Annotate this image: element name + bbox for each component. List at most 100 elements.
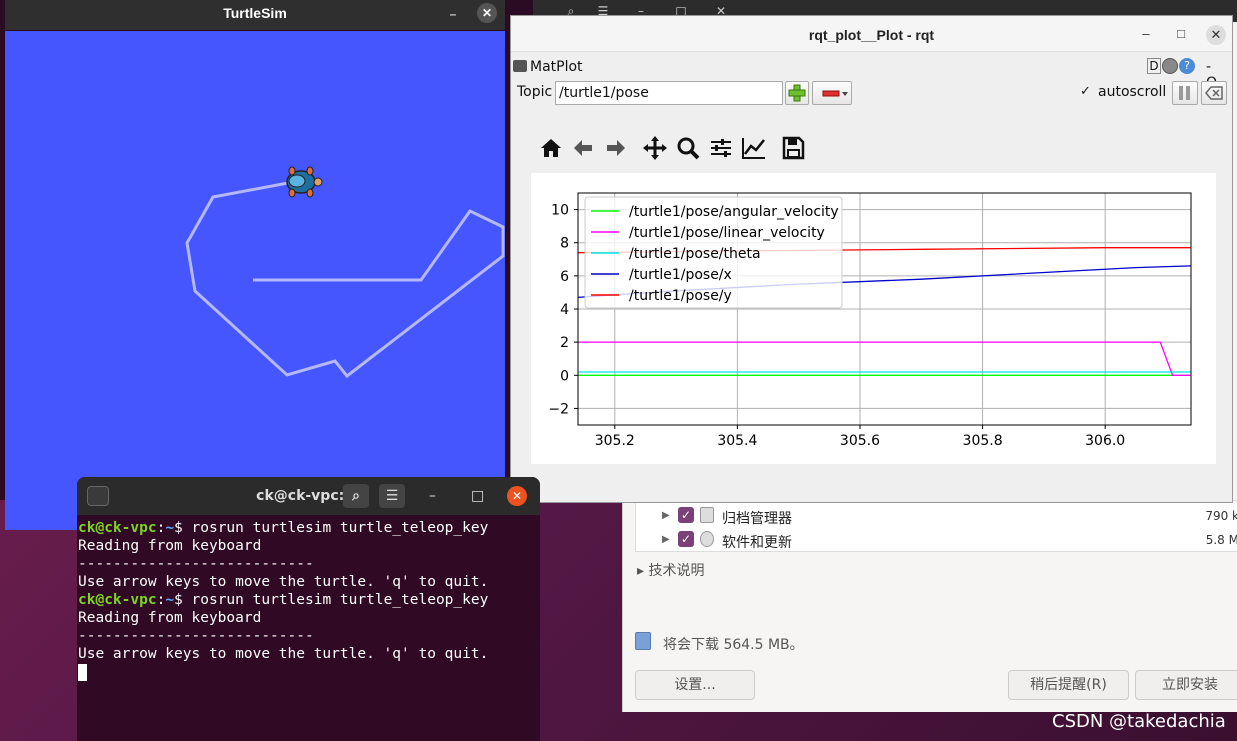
window-title: TurtleSim (223, 5, 287, 21)
window-title: rqt_plot__Plot - rqt (808, 27, 935, 43)
minimize-icon[interactable]: – (429, 477, 436, 515)
plot-canvas[interactable]: 305.2 305.4 305.6 305.8 306.0 −2 0 2 4 6 8 10/turtl… (531, 173, 1216, 464)
list-item[interactable]: ▶ ✓ 软件和更新 5.8 M (636, 529, 1237, 553)
legend-label: /turtle1/pose/angular_velocity (629, 204, 839, 220)
terminal-line: Reading from keyboard (78, 610, 262, 626)
y-tick-label: 0 (560, 368, 569, 384)
y-tick-label: 6 (560, 269, 569, 285)
x-tick-label: 305.6 (840, 433, 880, 449)
rqt-plot-window: rqt_plot__Plot - rqt – □ ✕ MatPlot D ? -… (510, 15, 1233, 503)
search-icon[interactable]: ⌕ (343, 484, 369, 508)
topic-label: Topic (517, 84, 553, 100)
turtle-icon (286, 166, 323, 198)
turtlesim-canvas (5, 31, 505, 530)
item-name: 软件和更新 (722, 535, 792, 551)
autoscroll-label: autoscroll (1098, 84, 1167, 100)
download-icon (635, 632, 651, 650)
item-name: 归档管理器 (722, 511, 792, 527)
clear-icon (1205, 86, 1223, 100)
rqt-titlebar: rqt_plot__Plot - rqt – □ ✕ (511, 16, 1232, 52)
turtle-path-svg (185, 166, 505, 379)
x-tick-label: 306.0 (1085, 433, 1125, 449)
terminal-line: ck@ck-vpc:~$ rosrun turtlesim turtle_tel… (78, 520, 489, 536)
plot-plugin-icon (513, 60, 527, 72)
turtle-trail (185, 181, 505, 379)
y-tick-label: −2 (548, 401, 569, 417)
y-tick-label: 8 (560, 236, 569, 252)
pause-icon (1179, 86, 1190, 100)
forward-arrow-icon[interactable] (602, 134, 630, 162)
settings-gear-icon[interactable] (1162, 58, 1178, 74)
help-icon[interactable]: ? (1179, 58, 1195, 74)
y-tick-label: 2 (560, 335, 569, 351)
dock-button[interactable]: D (1147, 58, 1161, 74)
legend-label: /turtle1/pose/theta (629, 246, 761, 262)
archive-manager-icon (700, 507, 714, 523)
x-tick-label: 305.4 (717, 433, 757, 449)
autoscroll-checkbox[interactable]: ✓ (1080, 85, 1094, 99)
terminal-line: ck@ck-vpc:~$ rosrun turtlesim turtle_tel… (78, 592, 489, 608)
close-icon[interactable]: ✕ (507, 486, 527, 506)
item-size: 5.8 M (1205, 533, 1237, 547)
update-list: ▶ ✓ 归档管理器 790 k ▶ ✓ 软件和更新 5.8 M (635, 500, 1237, 552)
remove-topic-button[interactable] (812, 81, 852, 105)
settings-button[interactable]: 设置... (635, 670, 755, 700)
turtlesim-window: TurtleSim – ✕ (5, 0, 505, 530)
terminal-line: Reading from keyboard (78, 538, 262, 554)
pan-move-icon[interactable] (641, 134, 669, 162)
topic-input[interactable]: /turtle1/pose (555, 81, 783, 105)
terminal-line (78, 663, 533, 681)
checkbox[interactable]: ✓ (678, 507, 694, 523)
plugin-name: MatPlot (530, 59, 583, 75)
y-tick-label: 10 (551, 203, 569, 219)
close-icon[interactable]: ✕ (1206, 25, 1226, 45)
add-topic-button[interactable] (785, 81, 809, 105)
close-icon[interactable]: ✕ (477, 3, 497, 23)
terminal-titlebar: ck@ck-vpc: ~ ⌕ ☰ – □ ✕ (77, 477, 540, 515)
list-item[interactable]: ▶ ✓ 归档管理器 790 k (636, 505, 1237, 529)
configure-subplots-icon[interactable] (707, 134, 735, 162)
watermark: CSDN @takedachia (1052, 711, 1226, 732)
minimize-icon[interactable]: – (1138, 26, 1154, 42)
terminal-line: Use arrow keys to move the turtle. 'q' t… (78, 646, 489, 662)
technical-description-toggle[interactable]: ▸ 技术说明 (637, 560, 704, 580)
series-line-1 (578, 341, 1191, 376)
plugin-bar: MatPlot D ? - O (511, 54, 1232, 91)
maximize-icon[interactable]: □ (1173, 26, 1189, 42)
remind-later-button[interactable]: 稍后提醒(R) (1008, 670, 1129, 700)
checkbox[interactable]: ✓ (678, 531, 694, 547)
minimize-icon[interactable]: – (443, 4, 463, 24)
line-chart[interactable]: 305.2 305.4 305.6 305.8 306.0 −2 0 2 4 6 8 10/turtl… (531, 173, 1216, 464)
legend-label: /turtle1/pose/linear_velocity (629, 225, 825, 241)
topic-row: Topic /turtle1/pose ✓ autoscroll (511, 80, 1232, 108)
expand-arrow-icon[interactable]: ▶ (662, 510, 670, 521)
terminal-cursor (78, 663, 87, 681)
turtlesim-titlebar: TurtleSim – ✕ (5, 0, 505, 30)
minus-icon (822, 90, 848, 97)
x-tick-label: 305.8 (963, 433, 1003, 449)
clear-button[interactable] (1201, 81, 1227, 105)
y-tick-label: 4 (560, 302, 569, 318)
save-icon[interactable] (779, 134, 807, 162)
expand-arrow-icon[interactable]: ▶ (662, 534, 670, 545)
install-now-button[interactable]: 立即安装 (1135, 670, 1237, 700)
legend-label: /turtle1/pose/x (629, 267, 732, 283)
home-icon[interactable] (537, 134, 565, 162)
plus-icon (788, 84, 806, 102)
item-size: 790 k (1205, 509, 1237, 523)
software-updates-icon (700, 531, 714, 547)
menu-icon[interactable]: ☰ (379, 484, 405, 508)
download-size-text: 将会下载 564.5 MB。 (663, 637, 804, 653)
edit-axis-icon[interactable] (740, 134, 768, 162)
zoom-magnifier-icon[interactable] (674, 134, 702, 162)
x-tick-label: 305.2 (595, 433, 635, 449)
terminal-output[interactable]: ck@ck-vpc:~$ rosrun turtlesim turtle_tel… (78, 519, 533, 681)
back-arrow-icon[interactable] (569, 134, 597, 162)
new-tab-icon[interactable] (87, 486, 109, 506)
legend-label: /turtle1/pose/y (629, 288, 732, 304)
pause-button[interactable] (1172, 81, 1198, 105)
terminal-line: Use arrow keys to move the turtle. 'q' t… (78, 574, 489, 590)
terminal-window[interactable]: ck@ck-vpc: ~ ⌕ ☰ – □ ✕ ck@ck-vpc:~$ rosr… (77, 477, 540, 741)
terminal-line: --------------------------- (78, 556, 314, 572)
maximize-icon[interactable]: □ (471, 477, 484, 515)
